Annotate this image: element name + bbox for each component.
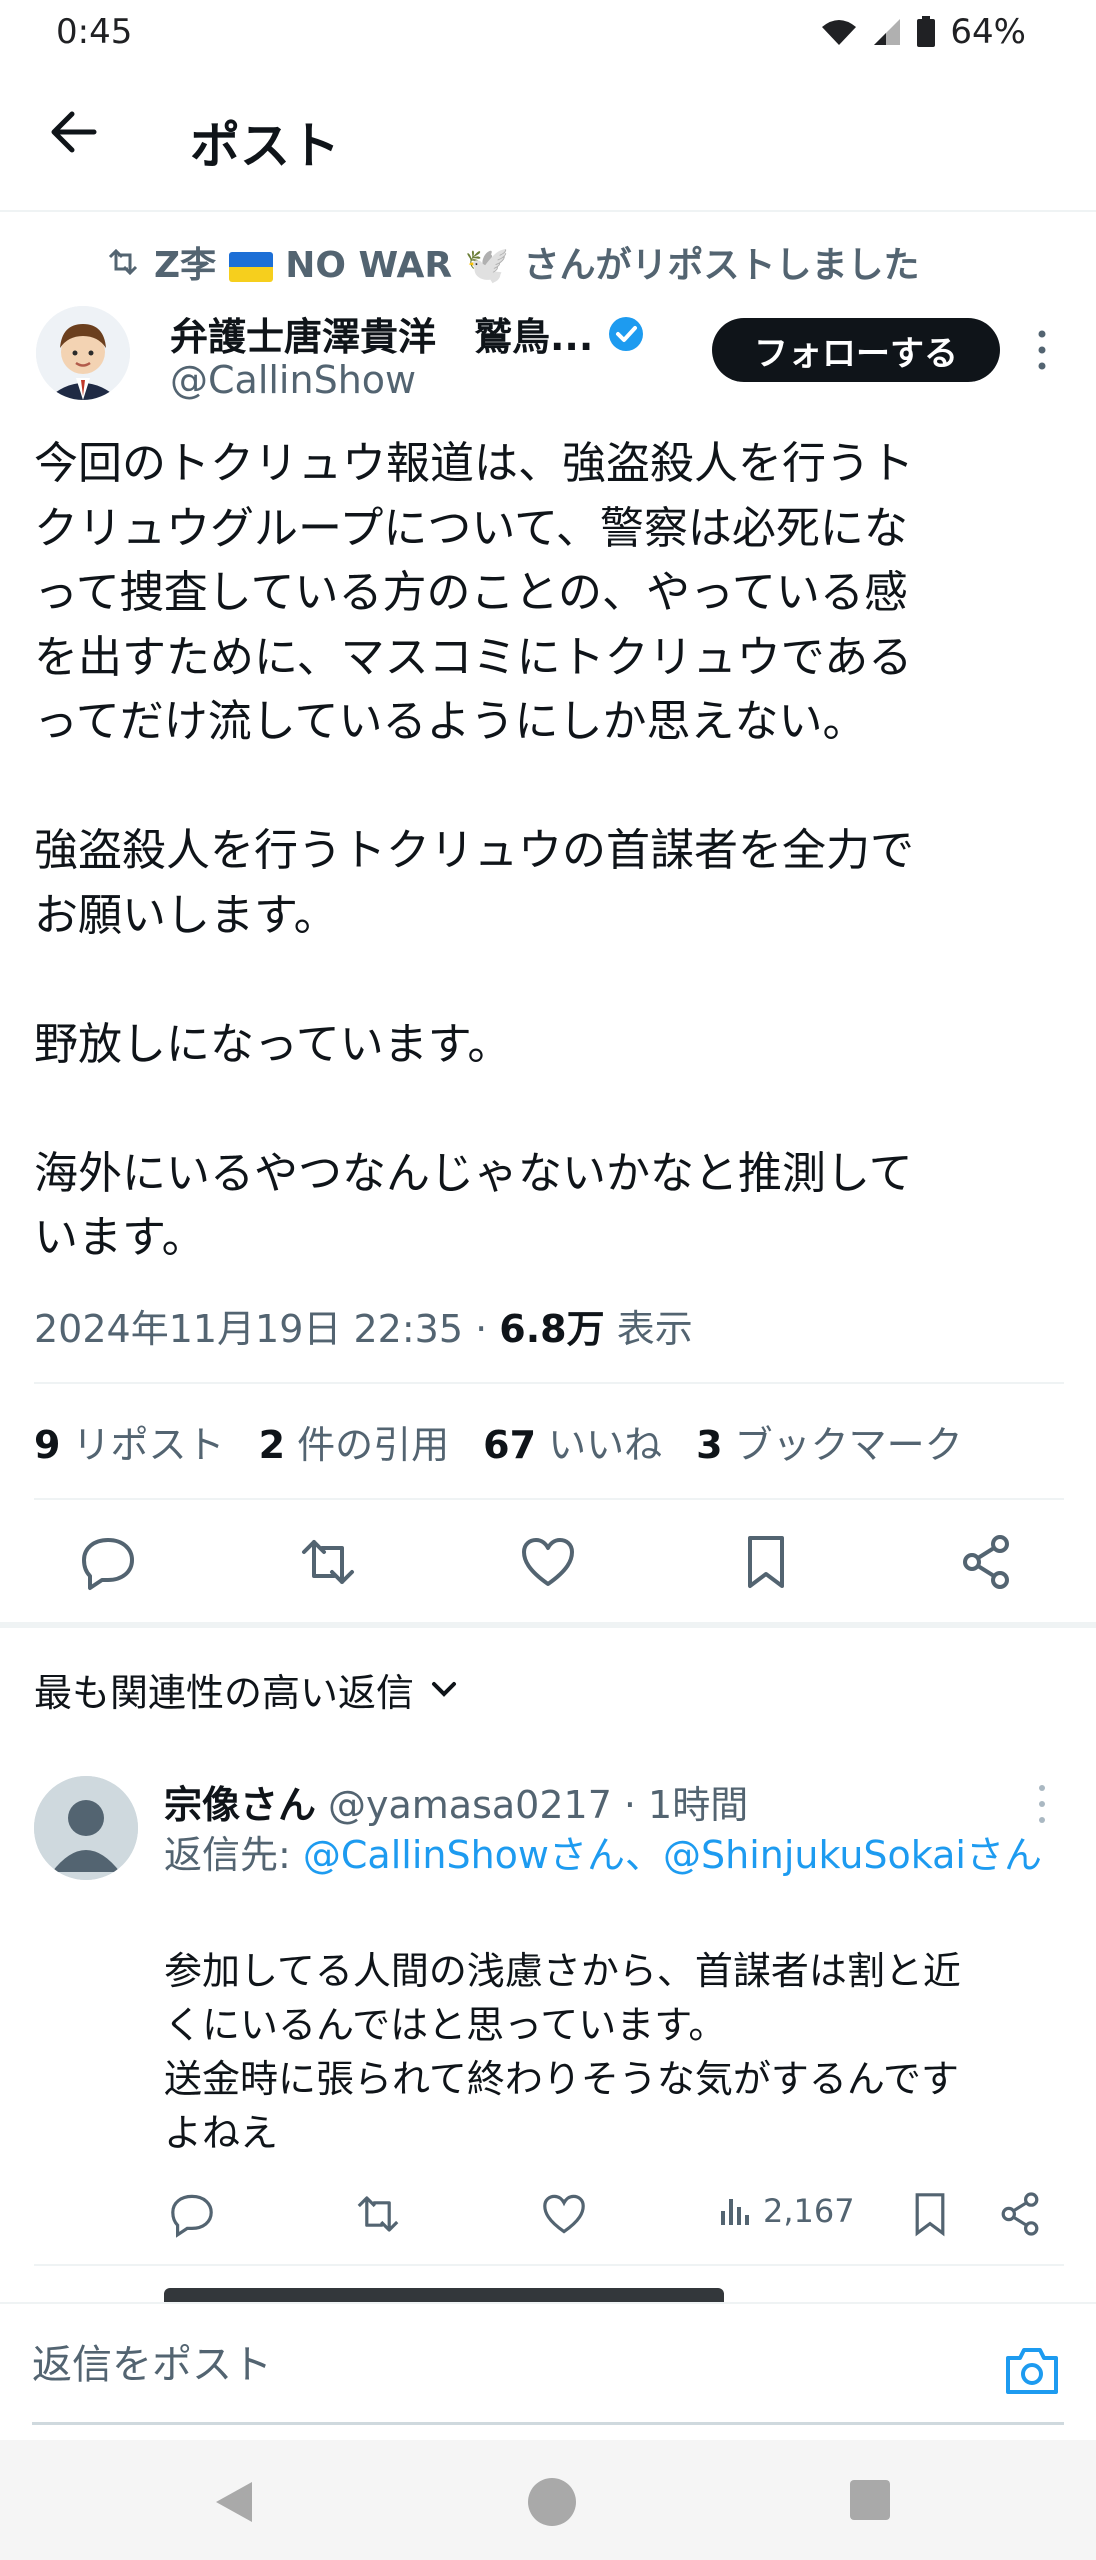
stat-quotes[interactable]: 2 件の引用: [259, 1414, 450, 1469]
reply-author-handle[interactable]: @yamasa0217: [328, 1783, 612, 1827]
reply-like-icon[interactable]: [540, 2190, 588, 2238]
nav-back-icon[interactable]: [212, 2478, 256, 2526]
avatar-illustration: [36, 306, 130, 400]
reply-text: 参加してる人間の浅慮さから、首謀者は割と近 くにいるんではと思っています。 送金…: [164, 1949, 961, 2155]
reply-sort-dropdown[interactable]: 最も関連性の高い返信: [34, 1662, 458, 1717]
reply-to-prefix: 返信先:: [164, 1833, 303, 1877]
meta-separator: ·: [475, 1307, 488, 1351]
reply-actions: 2,167: [164, 2188, 1064, 2244]
status-icons: 64%: [820, 12, 1026, 52]
chevron-down-icon: [432, 1681, 457, 1697]
reply-more-options-icon[interactable]: [1030, 1782, 1054, 1826]
reply-to-line: 返信先: @CallinShowさん、@ShinjukuSokaiさん: [164, 1828, 1064, 1882]
page-title: ポスト: [190, 117, 340, 175]
bookmark-icon[interactable]: [736, 1532, 796, 1592]
section-divider: [0, 1622, 1096, 1628]
reply-input[interactable]: 返信をポスト: [32, 2332, 272, 2390]
nav-home-icon[interactable]: [528, 2478, 576, 2526]
status-bar: 0:45 64%: [0, 0, 1096, 62]
views-count: 6.8万: [499, 1307, 605, 1351]
stat-likes[interactable]: 67 いいね: [483, 1414, 662, 1469]
battery-percent: 64%: [950, 12, 1026, 52]
reply-author-name[interactable]: 宗像さん: [164, 1774, 316, 1829]
ukraine-flag-icon: [228, 252, 273, 282]
repost-icon: [108, 248, 138, 276]
post-timestamp[interactable]: 2024年11月19日 22:35: [34, 1307, 463, 1351]
like-heart-icon[interactable]: [518, 1532, 578, 1592]
next-reply-peek: [164, 2266, 864, 2302]
system-nav-bar: [0, 2440, 1096, 2560]
divider: [34, 1498, 1064, 1500]
reply-repost-icon[interactable]: [354, 2190, 402, 2238]
status-time: 0:45: [56, 12, 133, 52]
repost-button-icon[interactable]: [298, 1532, 358, 1592]
wifi-icon: [822, 20, 857, 45]
author-avatar[interactable]: [36, 306, 130, 400]
views-label: 表示: [616, 1307, 693, 1351]
camera-icon[interactable]: [1002, 2344, 1062, 2398]
post-text: 今回のトクリュウ報道は、強盗殺人を行うト クリュウグループについて、警察は必死に…: [34, 438, 914, 1263]
stat-bookmarks[interactable]: 3 ブックマーク: [696, 1414, 963, 1469]
signal-icon: [874, 19, 901, 45]
follow-button[interactable]: フォローする: [712, 318, 1000, 382]
author-name[interactable]: 弁護士唐澤貴洋 鷲鳥...: [170, 306, 593, 361]
reply-views-count: 2,167: [763, 2192, 855, 2230]
post-actions: [0, 1530, 1096, 1594]
share-icon[interactable]: [956, 1532, 1016, 1592]
nav-recents-icon[interactable]: [850, 2480, 890, 2520]
verified-badge-icon: [609, 316, 644, 351]
analytics-icon: [721, 2199, 749, 2225]
reply-comment-icon[interactable]: [168, 2190, 216, 2238]
reply-sort-label: 最も関連性の高い返信: [34, 1671, 415, 1715]
default-avatar-icon: [34, 1776, 138, 1880]
repost-action-text: さんがリポストしました: [523, 245, 920, 286]
reply-composer: 返信をポスト: [0, 2302, 1096, 2438]
reply-avatar[interactable]: [34, 1776, 138, 1880]
back-arrow-icon[interactable]: [44, 102, 104, 162]
reply-to-mentions[interactable]: @CallinShowさん、@ShinjukuSokaiさん: [303, 1833, 1042, 1877]
reply-views[interactable]: 2,167: [719, 2192, 855, 2230]
divider: [34, 1382, 1064, 1384]
composer-underline: [32, 2422, 1064, 2425]
stat-reposts[interactable]: 9 リポスト: [34, 1414, 225, 1469]
reply-icon[interactable]: [78, 1532, 138, 1592]
reply-header: 宗像さん @yamasa0217 · 1時間: [164, 1774, 748, 1829]
reply-share-icon[interactable]: [996, 2190, 1044, 2238]
author-name-row[interactable]: 弁護士唐澤貴洋 鷲鳥...: [170, 306, 645, 361]
engagement-stats: 9 リポスト 2 件の引用 67 いいね 3 ブックマーク: [34, 1414, 963, 1469]
author-handle[interactable]: @CallinShow: [170, 358, 416, 402]
clipped-next-reply: [164, 2288, 724, 2302]
more-options-icon[interactable]: [1030, 328, 1054, 372]
top-app-bar: ポスト: [0, 62, 1096, 212]
battery-icon: [917, 16, 936, 47]
reply-time: · 1時間: [623, 1783, 749, 1827]
repost-attribution[interactable]: Z李 NO WAR 🕊️ さんがリポストしました: [106, 236, 920, 288]
reply-bookmark-icon[interactable]: [906, 2190, 954, 2238]
reposter-name: Z李 NO WAR 🕊️: [154, 245, 510, 286]
post-meta: 2024年11月19日 22:35 · 6.8万 表示: [34, 1298, 693, 1353]
